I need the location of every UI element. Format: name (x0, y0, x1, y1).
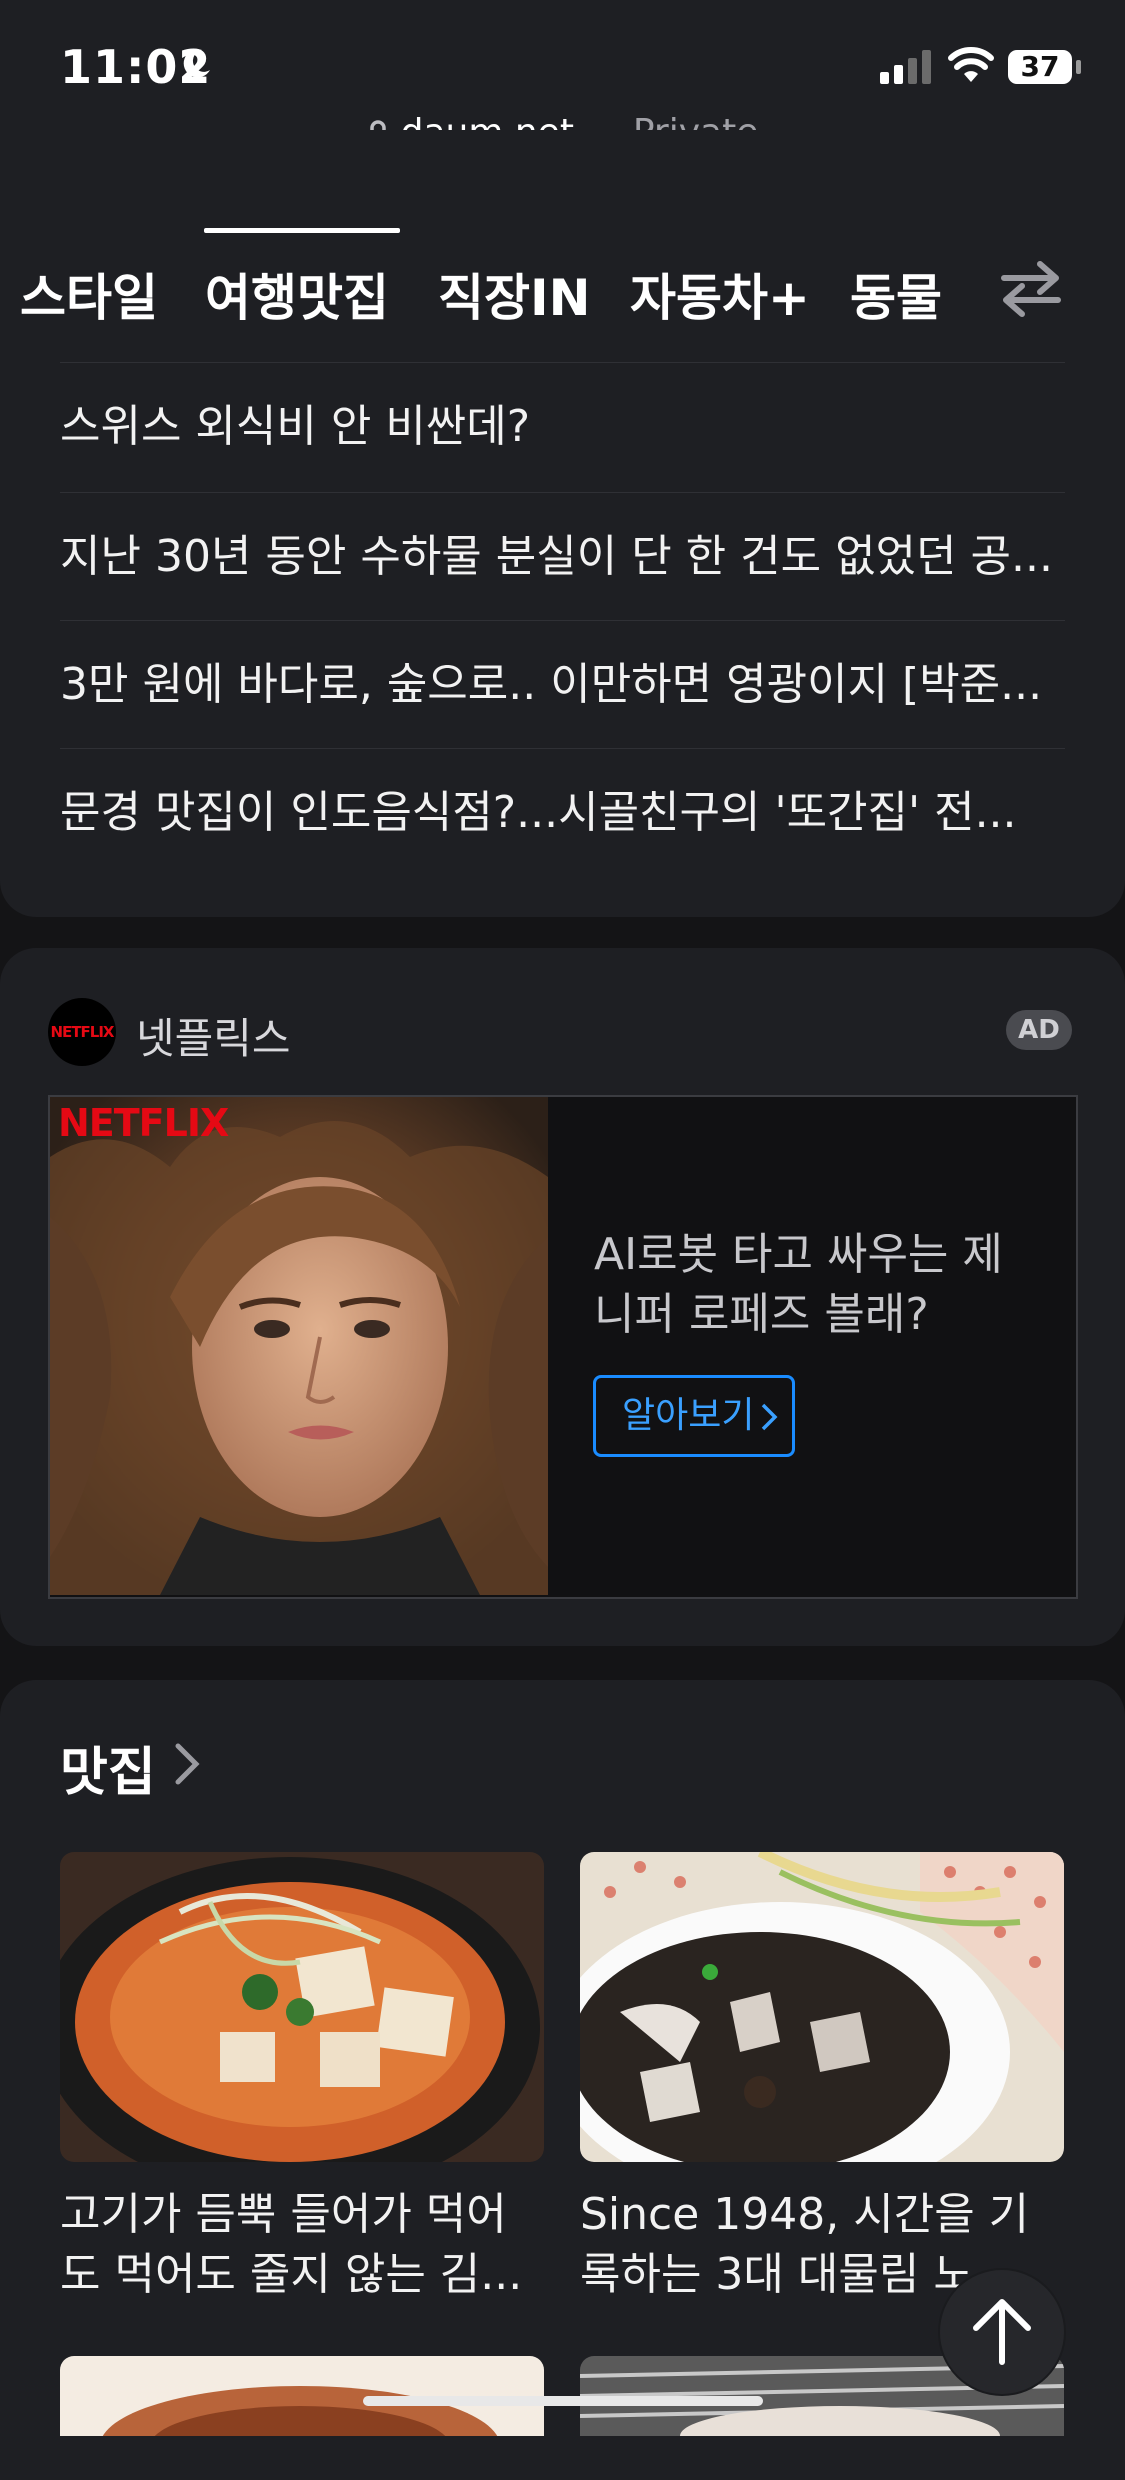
news-item[interactable]: 문경 맛집이 인도음식점?...시골친구의 '또간집' 전... (60, 748, 1065, 877)
moon-icon (183, 49, 210, 78)
wifi-icon (948, 47, 994, 82)
food-thumbnail-stew[interactable] (60, 1852, 544, 2162)
news-item[interactable]: 3만 원에 바다로, 숲으로.. 이만하면 영광이지 [박준... (60, 620, 1065, 749)
tab-workplace[interactable]: 직장IN (438, 258, 590, 330)
tab-travel-food[interactable]: 여행맛집 (205, 258, 389, 330)
ad-image-wordmark: NETFLIX (58, 1101, 229, 1145)
tab-animals[interactable]: 동물 (850, 258, 942, 330)
advertiser-name[interactable]: 넷플릭스 (136, 1005, 291, 1066)
food-thumbnail-jjajang[interactable] (580, 1852, 1064, 2162)
scroll-to-top-button[interactable] (940, 2270, 1064, 2394)
swap-icon[interactable] (996, 258, 1066, 318)
battery-nub (1076, 60, 1081, 74)
learn-more-label: 알아보기 (622, 1395, 755, 1436)
section-title[interactable]: 맛집 (60, 1730, 156, 1805)
status-bar: 11:02 37 daum.net — Private (0, 0, 1125, 153)
signal-icon (880, 50, 931, 84)
tab-cars[interactable]: 자동차+ (630, 258, 810, 330)
chevron-right-icon (762, 1403, 778, 1431)
advertiser-logo[interactable]: NETFLIX (48, 998, 116, 1066)
active-tab-indicator (204, 228, 400, 233)
food-caption[interactable]: 고기가 듬뿍 들어가 먹어도 먹어도 줄지 않는 김... (60, 2185, 544, 2305)
ad-badge: AD (1006, 1010, 1072, 1050)
news-item[interactable]: 스위스 외식비 안 비싼데? (60, 362, 1065, 491)
battery-icon: 37 (1008, 50, 1072, 84)
news-list-card: 스위스 외식비 안 비싼데? 지난 30년 동안 수하물 분실이 단 한 건도 … (0, 362, 1125, 917)
home-indicator (363, 2396, 763, 2406)
tab-fade (940, 130, 1000, 362)
ad-image[interactable]: NETFLIX (50, 1097, 548, 1595)
tab-style[interactable]: 스타일 (20, 258, 158, 330)
ad-headline[interactable]: AI로봇 타고 싸우는 제니퍼 로페즈 볼래? (594, 1225, 1034, 1345)
chevron-right-icon[interactable] (172, 1740, 202, 1788)
news-item[interactable]: 지난 30년 동안 수하물 분실이 단 한 건도 없었던 공... (60, 492, 1065, 621)
learn-more-button[interactable]: 알아보기 (593, 1375, 795, 1457)
arrow-up-icon (973, 2299, 1031, 2365)
